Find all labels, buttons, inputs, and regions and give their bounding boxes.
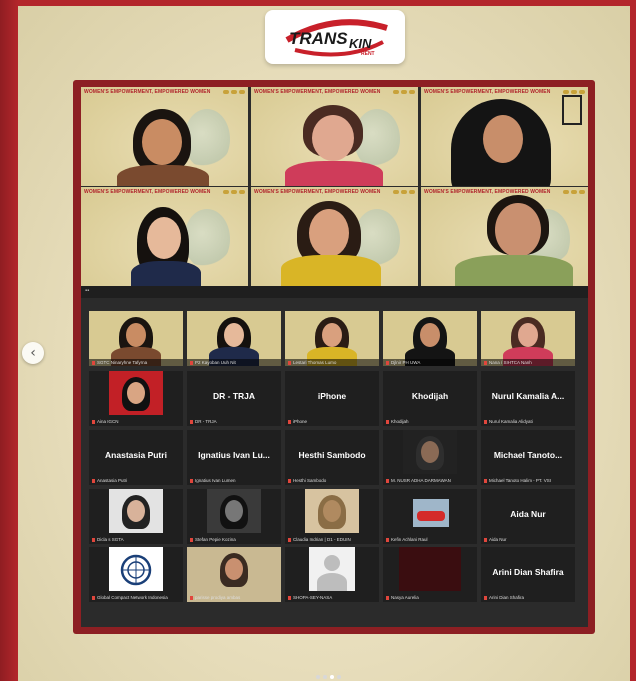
participant-name: Khodijah bbox=[411, 391, 449, 401]
participant-name: Anastasia Putri bbox=[105, 450, 167, 460]
gallery-toolbar: ▪▪ bbox=[81, 286, 588, 298]
speaker-tile-4[interactable]: WOMEN'S EMPOWERMENT, EMPOWERED WOMEN bbox=[81, 187, 248, 286]
participant-label: parisse prodiya ambas bbox=[190, 595, 278, 600]
participant-tile[interactable]: SGTC Ninaryhne Tafyrna bbox=[89, 311, 183, 366]
video-meeting-screen: WOMEN'S EMPOWERMENT, EMPOWERED WOMEN WOM… bbox=[81, 87, 588, 627]
participant-tile[interactable]: P2 Kayoban Uuh Nit bbox=[187, 311, 281, 366]
participant-label: Michael Tanoto Halim - PT. VSI bbox=[484, 478, 572, 483]
participant-tile[interactable]: Global Compact Network Indonesia bbox=[89, 547, 183, 602]
participant-tile[interactable]: Stefan Pepie Kozina bbox=[187, 489, 281, 544]
profile-photo bbox=[187, 547, 281, 591]
participant-label: DR - TRJA bbox=[190, 419, 278, 424]
participant-label: Hesthi Sambodo bbox=[288, 478, 376, 483]
participant-name: Nurul Kamalia A... bbox=[491, 391, 565, 401]
speaker-tile-1[interactable]: WOMEN'S EMPOWERMENT, EMPOWERED WOMEN bbox=[81, 87, 248, 186]
participant-tile[interactable]: Lestari Thomas Lumo bbox=[285, 311, 379, 366]
participant-label: SHOPA-SEY-NASA bbox=[288, 595, 376, 600]
participant-name: Hesthi Sambodo bbox=[298, 450, 366, 460]
meeting-banner-title: WOMEN'S EMPOWERMENT, EMPOWERED WOMEN bbox=[84, 89, 211, 95]
participant-label: Anastasia Putri bbox=[92, 478, 180, 483]
participant-label: Nurul Kamalia Alidyati bbox=[484, 419, 572, 424]
participant-name: Michael Tanoto... bbox=[493, 450, 563, 460]
participant-label: iPhone bbox=[288, 419, 376, 424]
background-strip bbox=[0, 0, 18, 681]
participant-name: iPhone bbox=[317, 391, 347, 401]
carousel-dot[interactable] bbox=[337, 675, 341, 679]
participant-tile[interactable]: Khodijah Khodijah bbox=[383, 371, 477, 426]
profile-photo bbox=[109, 489, 163, 533]
participant-label: Global Compact Network Indonesia bbox=[92, 595, 180, 600]
participant-tile[interactable]: Claudia Indrian | D1 - EDUIN bbox=[285, 489, 379, 544]
participant-label: Ignatius Ivan Lumen bbox=[190, 478, 278, 483]
participant-tile[interactable]: M. NUSR ADHA DARMAWAN bbox=[383, 430, 477, 485]
speaker-tile-2[interactable]: WOMEN'S EMPOWERMENT, EMPOWERED WOMEN bbox=[251, 87, 418, 186]
participant-name: Ignatius Ivan Lu... bbox=[198, 450, 270, 460]
participant-label: Djlnir PH UWA bbox=[383, 359, 477, 366]
participant-tile[interactable]: Nasya Aurelia bbox=[383, 547, 477, 602]
participant-name: Aida Nur bbox=[510, 509, 546, 519]
participant-tile[interactable]: Anastasia Putri Anastasia Putri bbox=[89, 430, 183, 485]
participant-tile[interactable]: Aina IGCN bbox=[89, 371, 183, 426]
participant-tile[interactable]: iPhone iPhone bbox=[285, 371, 379, 426]
participant-tile[interactable]: parisse prodiya ambas bbox=[187, 547, 281, 602]
speaker-tile-3[interactable]: WOMEN'S EMPOWERMENT, EMPOWERED WOMEN bbox=[421, 87, 588, 186]
speaker-tile-6[interactable]: WOMEN'S EMPOWERMENT, EMPOWERED WOMEN bbox=[421, 187, 588, 286]
participant-label: Aina IGCN bbox=[92, 419, 180, 424]
participant-tile[interactable]: Ignatius Ivan Lu... Ignatius Ivan Lumen bbox=[187, 430, 281, 485]
participant-tile[interactable]: Aida Nur Aida Nur bbox=[481, 489, 575, 544]
profile-photo bbox=[305, 489, 359, 533]
brand-line2: KIN bbox=[349, 36, 372, 51]
chevron-left-icon: ‹ bbox=[30, 345, 36, 361]
participant-label: P2 Kayoban Uuh Nit bbox=[187, 359, 281, 366]
profile-photo bbox=[403, 430, 457, 474]
participant-tile[interactable]: Nurul Kamalia A... Nurul Kamalia Alidyati bbox=[481, 371, 575, 426]
participant-label: M. NUSR ADHA DARMAWAN bbox=[386, 478, 474, 483]
carousel-dot-active[interactable] bbox=[330, 675, 334, 679]
brand-line1: TRANS bbox=[289, 29, 348, 48]
participant-label: SGTC Ninaryhne Tafyrna bbox=[89, 359, 183, 366]
participant-label: Lestari Thomas Lumo bbox=[285, 359, 379, 366]
carousel-prev-button[interactable]: ‹ bbox=[22, 342, 44, 364]
profile-photo bbox=[413, 499, 449, 527]
carousel-dot[interactable] bbox=[323, 675, 327, 679]
participant-label: Dicla s SGTA bbox=[92, 537, 180, 542]
participant-tile[interactable]: Hesthi Sambodo Hesthi Sambodo bbox=[285, 430, 379, 485]
un-emblem-icon bbox=[120, 554, 152, 586]
participant-tile[interactable]: Dicla s SGTA bbox=[89, 489, 183, 544]
participant-tile[interactable]: Kefin Achlani Raul bbox=[383, 489, 477, 544]
participant-label: Stefan Pepie Kozina bbox=[190, 537, 278, 542]
picture-frame bbox=[562, 95, 582, 125]
participant-label: Nasya Aurelia bbox=[386, 595, 474, 600]
participant-tile[interactable]: Nana / SIHTCA Nanh bbox=[481, 311, 575, 366]
carousel-dot[interactable] bbox=[316, 675, 320, 679]
speaker-tile-5[interactable]: WOMEN'S EMPOWERMENT, EMPOWERED WOMEN bbox=[251, 187, 418, 286]
participant-name: DR - TRJA bbox=[212, 391, 256, 401]
brand-line3: RENT bbox=[361, 51, 375, 57]
participant-tile[interactable]: Djlnir PH UWA bbox=[383, 311, 477, 366]
participant-label: Khodijah bbox=[386, 419, 474, 424]
participant-label: Arini Dian Shafira bbox=[484, 595, 572, 600]
participant-tile[interactable]: Arini Dian Shafira Arini Dian Shafira bbox=[481, 547, 575, 602]
participant-label: Kefin Achlani Raul bbox=[386, 537, 474, 542]
profile-photo bbox=[207, 489, 261, 533]
profile-photo bbox=[399, 547, 461, 591]
brand-logo: TRANS KIN RENT bbox=[265, 10, 405, 64]
carousel-pager bbox=[316, 675, 341, 679]
participant-label: Nana / SIHTCA Nanh bbox=[481, 359, 575, 366]
participant-tile[interactable]: SHOPA-SEY-NASA bbox=[285, 547, 379, 602]
participant-tile[interactable]: DR - TRJA DR - TRJA bbox=[187, 371, 281, 426]
profile-photo bbox=[109, 371, 163, 415]
participant-label: Aida Nur bbox=[484, 537, 572, 542]
participant-tile[interactable]: Michael Tanoto... Michael Tanoto Halim - … bbox=[481, 430, 575, 485]
participant-name: Arini Dian Shafira bbox=[492, 567, 564, 577]
participant-label: Claudia Indrian | D1 - EDUIN bbox=[288, 537, 376, 542]
default-avatar-icon bbox=[309, 547, 355, 591]
